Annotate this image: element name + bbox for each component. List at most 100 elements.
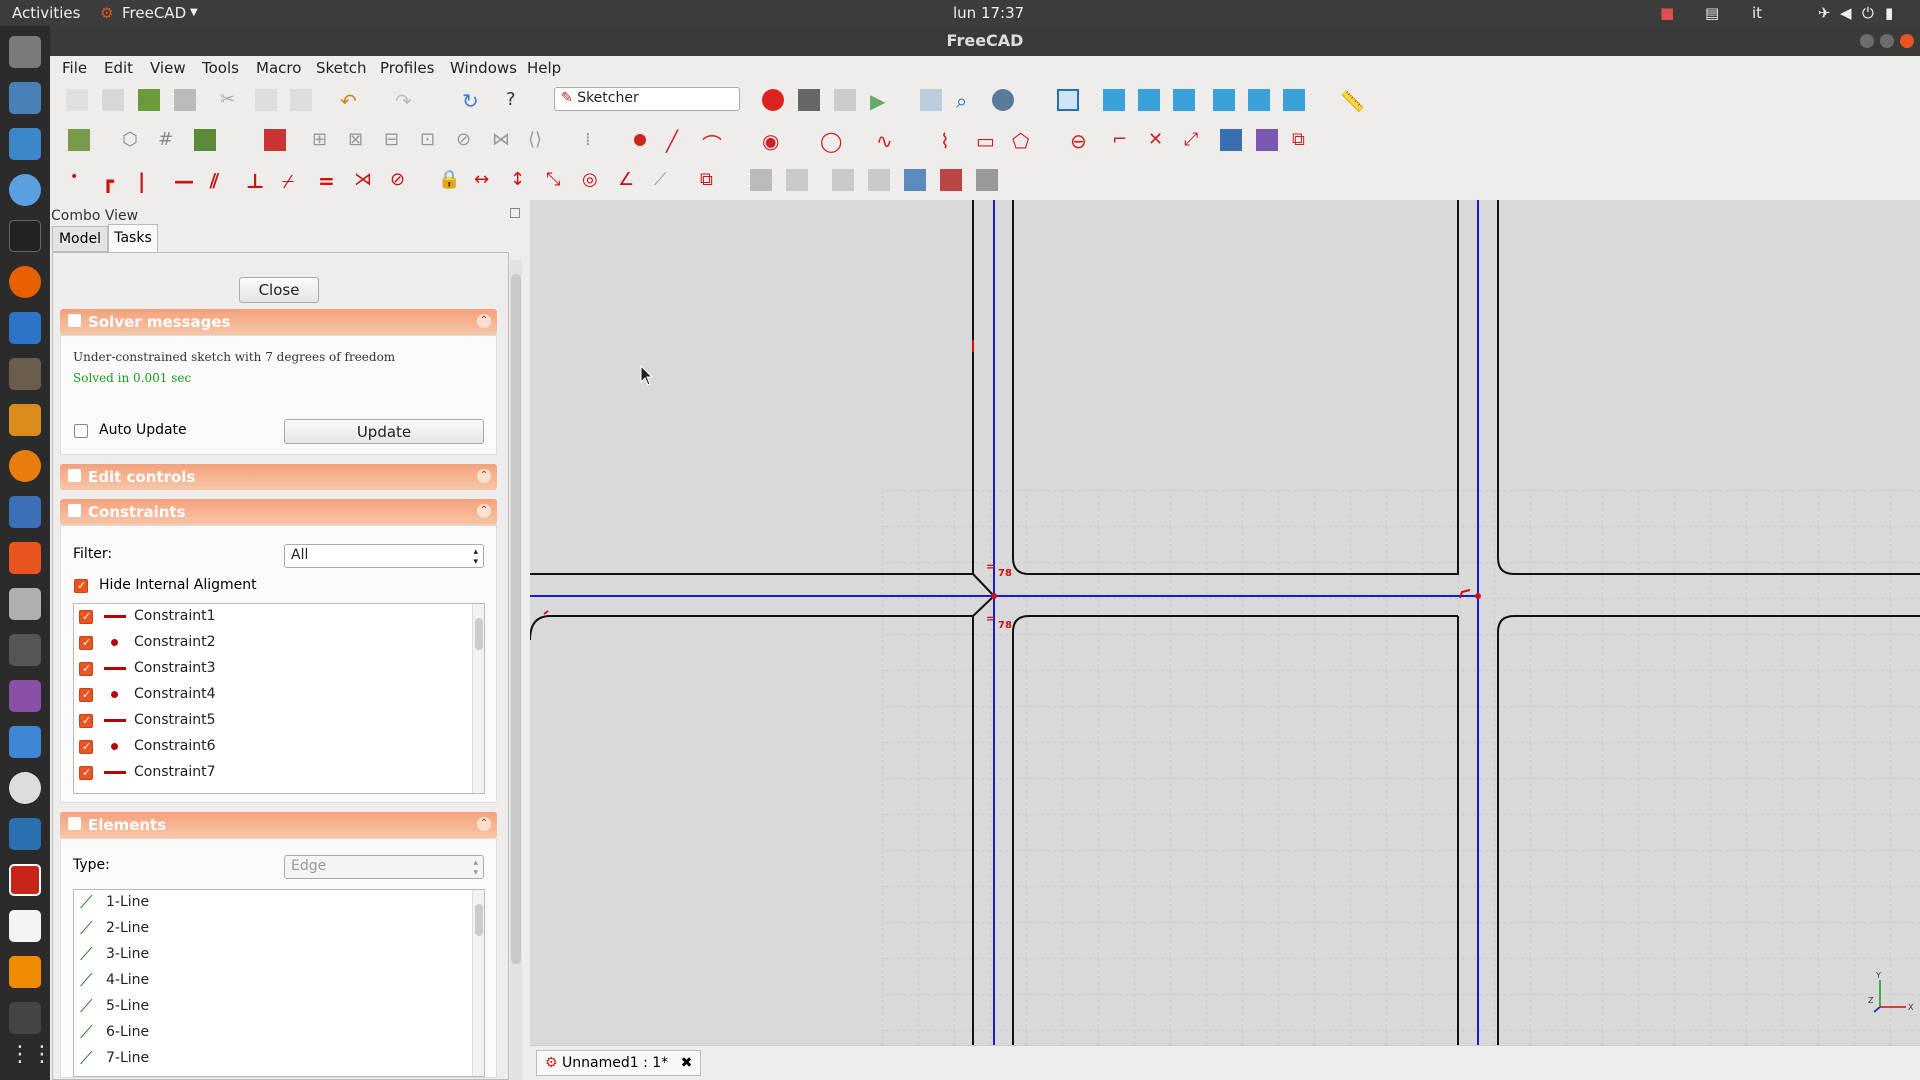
auto-update-checkbox[interactable]	[74, 424, 88, 438]
hide-internal-checkbox[interactable]	[74, 579, 88, 593]
extend-icon[interactable]: ⤢	[1184, 129, 1206, 151]
inkscape-icon[interactable]	[9, 404, 41, 436]
paste-icon[interactable]	[290, 89, 312, 111]
circle-icon[interactable]: ◉	[762, 129, 784, 153]
select-constraints-icon[interactable]: ⊞	[312, 129, 334, 151]
gimp-icon[interactable]	[9, 358, 41, 390]
constrain-tangent-icon[interactable]: ⌿	[282, 169, 304, 193]
constrain-equal-icon[interactable]: =	[318, 169, 340, 193]
sketch-point[interactable]	[991, 593, 997, 599]
constrain-vertical-icon[interactable]: |	[138, 169, 160, 193]
view-sketch-icon[interactable]	[68, 129, 90, 151]
bspline-icon[interactable]: ∿	[876, 129, 898, 153]
scroll-thumb[interactable]	[511, 274, 521, 964]
close-tab-icon[interactable]: ✖	[681, 1055, 693, 1071]
language-indicator[interactable]: it	[1752, 4, 1762, 22]
merge-sketches-icon[interactable]	[832, 169, 854, 191]
freecad-dock-icon[interactable]	[9, 864, 41, 896]
validate-sketch-icon[interactable]	[750, 169, 772, 191]
list-item[interactable]: ⟋ 6-Line	[74, 1020, 484, 1046]
cube-icon[interactable]	[9, 818, 41, 850]
elements-header[interactable]: Elements ⌃	[60, 812, 497, 838]
solver-messages-header[interactable]: Solver messages ⌃	[60, 309, 497, 335]
left-view-icon[interactable]	[1283, 89, 1305, 111]
remote-icon[interactable]	[9, 726, 41, 758]
menu-profiles[interactable]: Profiles	[380, 59, 434, 77]
whats-this-icon[interactable]: ?	[506, 89, 528, 111]
close-shape-icon[interactable]	[786, 169, 808, 191]
elements-scrollbar[interactable]	[472, 890, 484, 1076]
isometric-view-icon[interactable]	[1057, 89, 1079, 111]
constrain-angle-icon[interactable]: ∠	[618, 169, 640, 191]
grid-icon[interactable]: #	[158, 129, 180, 151]
eye-icon[interactable]	[9, 772, 41, 804]
print-icon[interactable]	[174, 89, 196, 111]
constraint-checkbox[interactable]	[79, 636, 93, 650]
constrain-point-on-object-icon[interactable]: ┏	[102, 169, 124, 193]
tab-tasks[interactable]: Tasks	[108, 224, 158, 252]
filter-select[interactable]: All ▴ ▾	[284, 544, 484, 568]
list-item[interactable]: ⟋ 4-Line	[74, 968, 484, 994]
store-icon[interactable]	[9, 542, 41, 574]
constrain-snells-law-icon[interactable]: ⟋	[654, 169, 676, 191]
media-icon[interactable]	[9, 680, 41, 712]
text-editor-icon[interactable]	[9, 910, 41, 942]
select-vertical-axis-icon[interactable]: ⊟	[384, 129, 406, 151]
constraint-checkbox[interactable]	[79, 688, 93, 702]
dimension-label[interactable]: 78	[998, 568, 1012, 579]
constrain-radius-icon[interactable]: ◎	[582, 169, 604, 191]
menu-windows[interactable]: Windows	[450, 59, 517, 77]
clipboard-icon[interactable]: ▤	[1705, 4, 1719, 22]
draw-style-icon[interactable]	[992, 89, 1014, 111]
collapse-icon[interactable]: ⌃	[477, 314, 491, 328]
endpoint-mark[interactable]	[543, 610, 549, 615]
constrain-lock-icon[interactable]: 🔒	[438, 169, 460, 191]
list-item[interactable]: ⟋ 2-Line	[74, 916, 484, 942]
undo-icon[interactable]: ↶	[340, 89, 362, 113]
rectangular-array-icon[interactable]: ⁞	[585, 129, 607, 151]
minimize-button[interactable]	[1860, 34, 1874, 48]
writer-icon[interactable]	[9, 128, 41, 160]
constraint-checkbox[interactable]	[79, 740, 93, 754]
workbench-selector[interactable]: ✎ Sketcher	[554, 87, 740, 111]
save-icon[interactable]	[138, 89, 160, 111]
rear-view-icon[interactable]	[1213, 89, 1235, 111]
reorient-sketch-icon[interactable]	[904, 169, 926, 191]
list-item[interactable]: ⟋ 3-Line	[74, 942, 484, 968]
constrain-symmetric-icon[interactable]: ⋊	[354, 169, 376, 191]
arc-icon[interactable]: ⌒	[702, 129, 724, 157]
list-item[interactable]: ⟋ 7-Line	[74, 1046, 484, 1072]
edit-controls-header[interactable]: Edit controls ⌃	[60, 464, 497, 490]
sketch-canvas[interactable]: = 78 = 78 Y X Z	[530, 200, 1920, 1045]
sketch-point-2[interactable]	[1475, 593, 1481, 599]
show-apps-icon[interactable]: ⋮⋮	[9, 1042, 53, 1074]
rectangle-icon[interactable]: ▭	[976, 129, 998, 153]
scroll-thumb[interactable]	[475, 618, 483, 650]
constrain-parallel-icon[interactable]: ⫽	[210, 169, 232, 193]
list-item[interactable]: Constraint3	[74, 656, 484, 682]
app-menu-button[interactable]: FreeCAD	[122, 4, 186, 22]
dimension-label-2[interactable]: 78	[998, 620, 1012, 631]
constraints-header[interactable]: Constraints ⌃	[60, 499, 497, 525]
conic-icon[interactable]: ◯	[820, 129, 842, 153]
volume-icon[interactable]: ◀	[1840, 4, 1852, 22]
copy-icon[interactable]	[255, 89, 277, 111]
map-sketch-icon[interactable]	[940, 169, 962, 191]
scroll-thumb[interactable]	[475, 904, 483, 936]
float-panel-icon[interactable]	[510, 208, 520, 218]
cut-icon[interactable]: ✂	[220, 89, 242, 111]
constraint-checkbox[interactable]	[79, 610, 93, 624]
list-item[interactable]: Constraint2	[74, 630, 484, 656]
stop-macro-icon[interactable]	[798, 89, 820, 111]
select-origin-icon[interactable]: ⊠	[348, 129, 370, 151]
constrain-horizontal-icon[interactable]: —	[174, 169, 196, 193]
new-icon[interactable]	[66, 89, 88, 111]
list-item[interactable]: Constraint6	[74, 734, 484, 760]
collapse-icon[interactable]: ⌃	[477, 504, 491, 518]
constrain-vertical-distance-icon[interactable]: ↕	[510, 169, 532, 191]
list-item[interactable]: Constraint7	[74, 760, 484, 786]
list-item[interactable]: ⟋ 1-Line	[74, 890, 484, 916]
constrain-distance-icon[interactable]: ⤡	[546, 169, 568, 191]
snap-icon[interactable]	[194, 129, 216, 151]
camera-icon[interactable]: ■	[1660, 4, 1674, 22]
